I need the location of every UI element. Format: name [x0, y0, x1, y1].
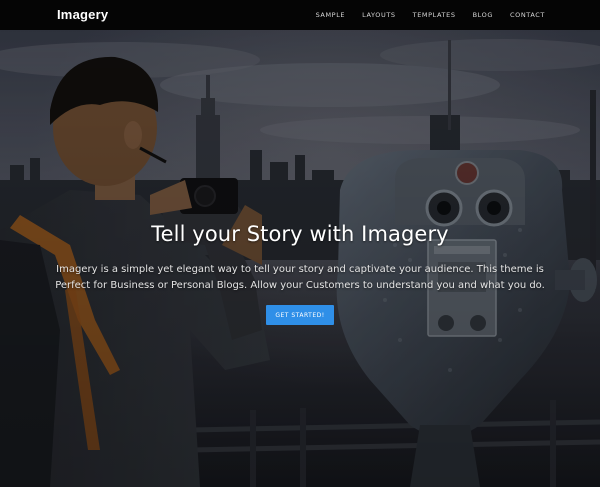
hero-description: Imagery is a simple yet elegant way to t… — [55, 264, 545, 291]
get-started-button[interactable]: GET STARTED! — [266, 305, 334, 325]
top-navbar: Imagery SAMPLE LAYOUTS TEMPLATES BLOG CO… — [0, 0, 600, 30]
hero-title: Tell your Story with Imagery — [151, 222, 449, 246]
nav-link-templates[interactable]: TEMPLATES — [413, 11, 456, 19]
nav-link-contact[interactable]: CONTACT — [510, 11, 545, 19]
nav-link-layouts[interactable]: LAYOUTS — [362, 11, 396, 19]
hero-background-photo — [0, 30, 600, 487]
hero-section: Tell your Story with Imagery Imagery is … — [0, 30, 600, 487]
brand-logo[interactable]: Imagery — [57, 7, 108, 22]
nav-link-sample[interactable]: SAMPLE — [316, 11, 346, 19]
nav-link-blog[interactable]: BLOG — [473, 11, 493, 19]
nav-links: SAMPLE LAYOUTS TEMPLATES BLOG CONTACT — [299, 11, 545, 19]
